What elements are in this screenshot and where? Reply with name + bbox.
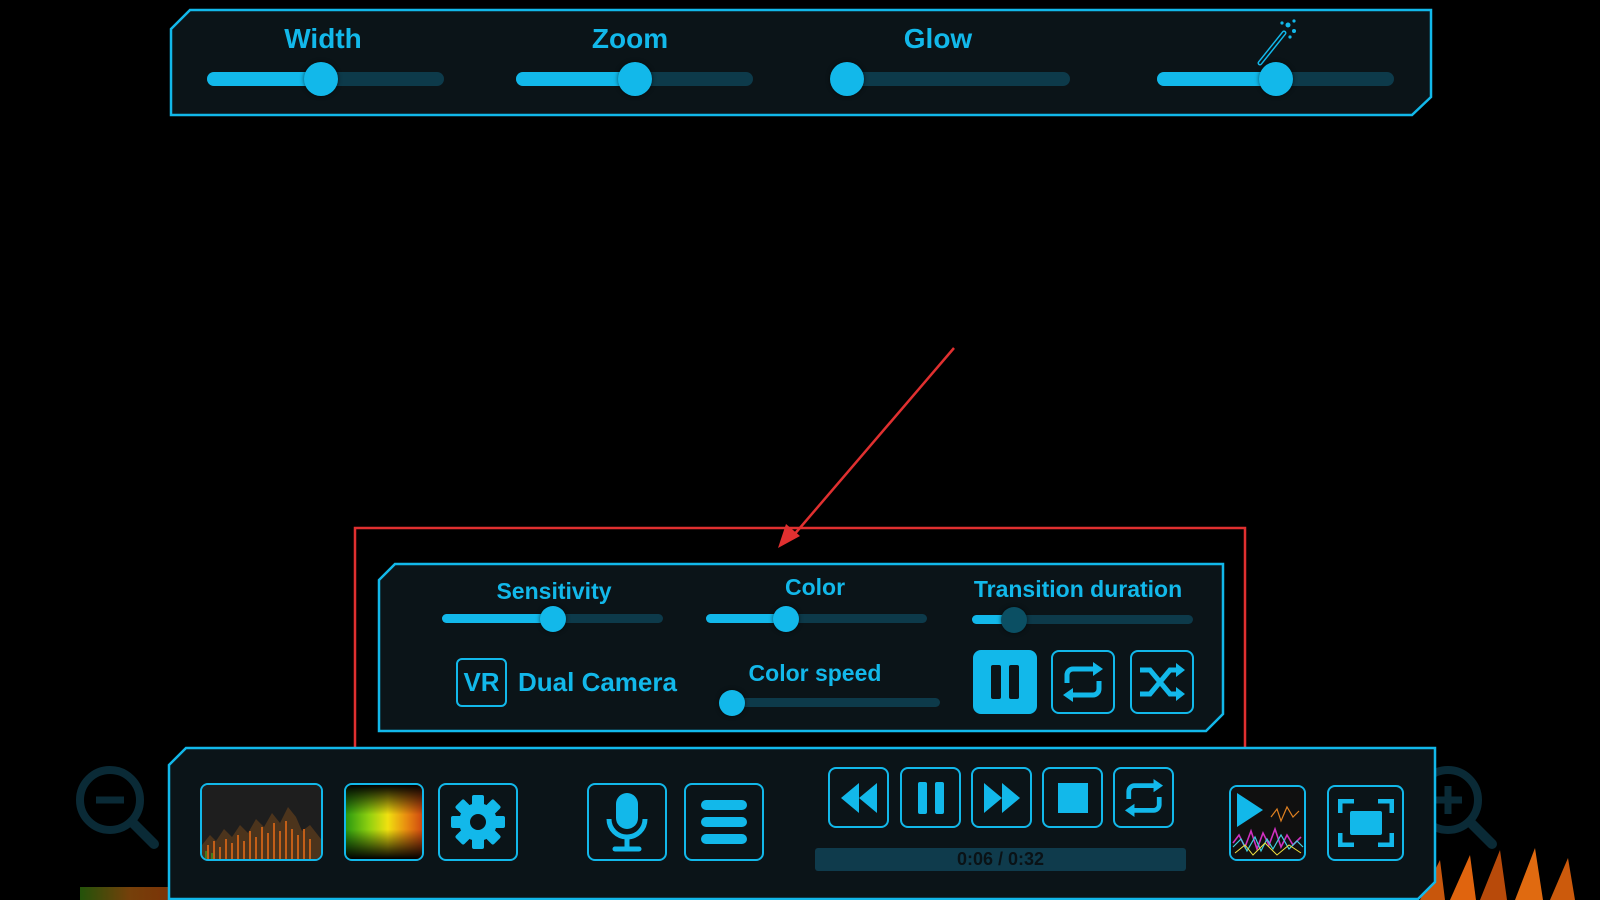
spectrum-thumbnail <box>202 785 321 859</box>
color-slider[interactable] <box>706 605 927 632</box>
playlist-pause-button[interactable] <box>973 650 1037 714</box>
shuffle-icon <box>1140 663 1185 701</box>
zoom-label: Zoom <box>591 23 669 54</box>
fullscreen-button[interactable] <box>1327 785 1404 861</box>
pause-button[interactable] <box>900 767 961 828</box>
effect-slider-thumb[interactable] <box>1258 62 1293 96</box>
color-speed-label: Color speed <box>748 660 882 686</box>
gear-icon <box>451 795 505 849</box>
bottom-control-bar: 0:06 / 0:32 <box>167 746 1437 900</box>
color-gradient-thumbnail <box>346 785 422 859</box>
playlist-shuffle-button[interactable] <box>1130 650 1194 714</box>
glow-slider-thumb[interactable] <box>830 62 865 96</box>
microphone-icon <box>606 793 648 852</box>
transition-duration-slider[interactable] <box>972 606 1193 633</box>
pause-icon <box>991 665 1019 699</box>
menu-icon <box>701 800 747 844</box>
visualizer-play-button[interactable] <box>1229 785 1306 861</box>
playback-progress-bar[interactable]: 0:06 / 0:32 <box>815 848 1186 871</box>
zoom-slider-thumb[interactable] <box>617 62 652 96</box>
glow-label: Glow <box>903 23 973 54</box>
color-speed-slider-thumb[interactable] <box>719 689 746 716</box>
glow-slider[interactable] <box>830 62 1070 96</box>
top-slider-panel: Width Zoom Glow <box>169 8 1433 117</box>
rewind-button[interactable] <box>828 767 889 828</box>
stop-button[interactable] <box>1042 767 1103 828</box>
color-gradient-button[interactable] <box>344 783 424 861</box>
width-label: Width <box>284 23 362 54</box>
sensitivity-label: Sensitivity <box>496 578 612 604</box>
width-slider-thumb[interactable] <box>303 62 338 96</box>
vr-toggle-button[interactable]: VR <box>456 658 507 707</box>
playback-time-text: 0:06 / 0:32 <box>956 849 1045 869</box>
fullscreen-icon <box>1337 799 1394 847</box>
stop-icon <box>1057 782 1088 813</box>
dual-camera-label[interactable]: Dual Camera <box>518 667 677 698</box>
repeat-icon <box>1063 662 1103 702</box>
fast-forward-button[interactable] <box>971 767 1032 828</box>
repeat-button[interactable] <box>1113 767 1174 828</box>
pause-icon <box>917 781 944 814</box>
magic-wand-icon <box>1257 19 1296 66</box>
color-label: Color <box>784 574 846 600</box>
repeat-icon <box>1124 778 1163 817</box>
menu-button[interactable] <box>684 783 764 861</box>
settings-button[interactable] <box>438 783 518 861</box>
width-slider[interactable] <box>207 62 444 96</box>
transition-duration-slider-thumb[interactable] <box>1000 606 1027 633</box>
color-speed-slider[interactable] <box>719 689 940 716</box>
zoom-slider[interactable] <box>516 62 753 96</box>
spectrum-mode-button[interactable] <box>200 783 323 861</box>
zoom-out-icon[interactable] <box>72 762 162 852</box>
microphone-button[interactable] <box>587 783 667 861</box>
effect-slider[interactable] <box>1157 62 1394 96</box>
visualizer-play-thumbnail <box>1231 787 1304 859</box>
settings-panel: Sensitivity Color Transition duration VR… <box>377 562 1225 733</box>
playlist-repeat-button[interactable] <box>1051 650 1115 714</box>
color-slider-thumb[interactable] <box>772 605 799 632</box>
rewind-icon <box>840 782 877 813</box>
transition-duration-label: Transition duration <box>973 576 1183 602</box>
fast-forward-icon <box>983 782 1020 813</box>
sensitivity-slider-thumb[interactable] <box>539 605 566 632</box>
sensitivity-slider[interactable] <box>442 605 663 632</box>
